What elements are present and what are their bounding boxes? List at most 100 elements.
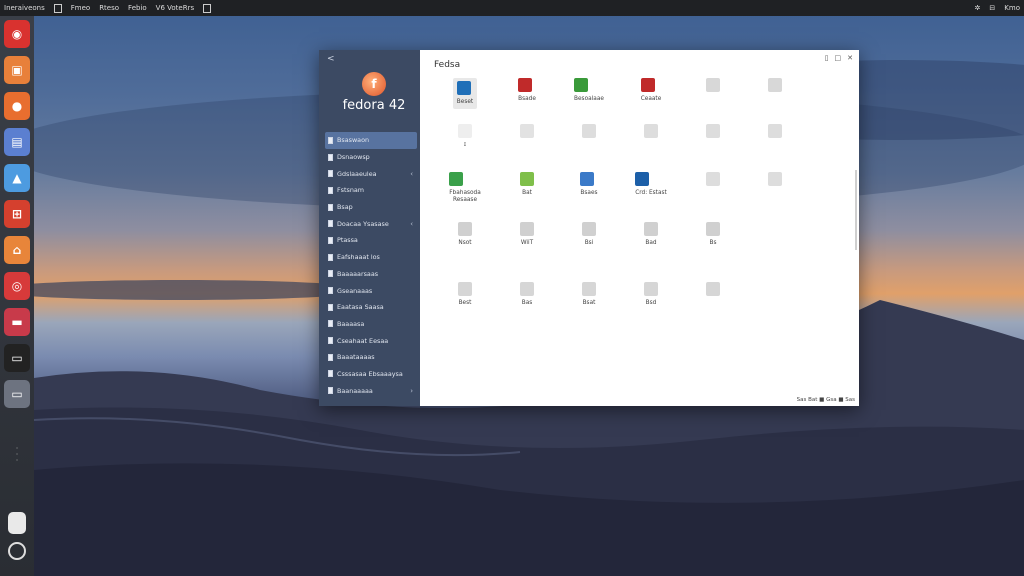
app-tile[interactable] xyxy=(682,172,744,204)
app-tile-body: Bsat xyxy=(582,282,596,307)
app-tile[interactable]: Bsat xyxy=(558,282,620,307)
app-tile[interactable] xyxy=(682,78,744,109)
app-tile[interactable]: Fbahasoda Resaase xyxy=(434,172,496,204)
sidebar-item[interactable]: Gseanaaas xyxy=(325,282,417,299)
document-icon xyxy=(328,303,333,311)
app-tile[interactable]: Nsot xyxy=(434,222,496,247)
app-tile-label: Best xyxy=(458,300,472,306)
sidebar-item-label: Eaatasa Saasa xyxy=(337,303,384,312)
sidebar-item[interactable]: Fstsnam xyxy=(325,182,417,199)
app-icon-6[interactable]: ⊞ xyxy=(4,200,30,228)
brand-text: fedora 42 xyxy=(342,98,406,113)
dock: ◉ ▣ ● ▤ ▲ ⊞ ⌂ ◎ ▬ ▭ ▭ · · · xyxy=(0,16,34,576)
app-tile[interactable]: Bsaes xyxy=(558,172,620,204)
app-tile[interactable] xyxy=(682,282,744,307)
sidebar-item[interactable]: Baaaaarsaas xyxy=(325,266,417,283)
app-icon-11[interactable]: ▭ xyxy=(4,380,30,408)
topbar-item[interactable]: Febio xyxy=(128,4,147,12)
sidebar-item[interactable]: Ptassa xyxy=(325,232,417,249)
sidebar-item[interactable]: Eafshaaat los xyxy=(325,249,417,266)
app-tile[interactable]: Crd: Estast xyxy=(620,172,682,204)
sidebar-item[interactable]: Eaatasa Saasa xyxy=(325,299,417,316)
trash-icon[interactable] xyxy=(8,512,26,534)
window-title: Fedsa xyxy=(434,60,461,70)
show-apps-icon[interactable] xyxy=(8,542,26,560)
app-tile-label: ɪ xyxy=(463,142,467,148)
sidebar-item[interactable]: Csssasaa Ebsaaaysa xyxy=(325,366,417,383)
app-tile[interactable]: Best xyxy=(434,282,496,307)
app-tile[interactable]: Bsd xyxy=(620,282,682,307)
app-icon-4[interactable]: ▤ xyxy=(4,128,30,156)
app-tile[interactable]: WiiT xyxy=(496,222,558,247)
app-tile[interactable] xyxy=(744,78,806,109)
minimize-button[interactable]: ▯ xyxy=(825,54,829,62)
window-icon xyxy=(53,3,62,13)
topbar-item[interactable]: V6 VoteRrs xyxy=(156,4,194,12)
sidebar-item[interactable]: Bsap xyxy=(325,199,417,216)
app-tile-icon xyxy=(582,124,596,138)
app-icon-5[interactable]: ▲ xyxy=(4,164,30,192)
app-tile[interactable]: Besoalaae xyxy=(558,78,620,109)
app-icon-1[interactable]: ◉ xyxy=(4,20,30,48)
app-tile-icon xyxy=(768,124,782,138)
app-tile-icon xyxy=(768,172,782,186)
app-tile[interactable] xyxy=(558,124,620,149)
app-tile[interactable]: ɪ xyxy=(434,124,496,149)
window-content: Fedsa ▯ □ ✕ Beset Bsade Besoalaae Ceaate ɪ Fb… xyxy=(420,50,859,406)
app-tile-icon xyxy=(644,222,658,236)
app-icon-8[interactable]: ◎ xyxy=(4,272,30,300)
sidebar-item[interactable]: Baaaasa xyxy=(325,316,417,333)
app-tile-label: Bs xyxy=(709,240,717,246)
app-tile-icon xyxy=(458,124,472,138)
app-tile-icon xyxy=(582,222,596,236)
settings-icon[interactable]: ✲ xyxy=(975,4,981,12)
sidebar-item[interactable]: Baaataaaas xyxy=(325,349,417,366)
app-icon-10[interactable]: ▭ xyxy=(4,344,30,372)
scrollbar[interactable] xyxy=(855,170,857,250)
document-icon xyxy=(328,220,333,228)
app-tile-label: Besoalaae xyxy=(574,96,604,102)
app-tile[interactable] xyxy=(744,124,806,149)
app-icon-2[interactable]: ▣ xyxy=(4,56,30,84)
app-tile[interactable] xyxy=(682,124,744,149)
app-icon-3[interactable]: ● xyxy=(4,92,30,120)
close-button[interactable]: ✕ xyxy=(847,54,853,62)
app-tile-label: Bsaes xyxy=(580,190,598,196)
network-icon[interactable]: ⊟ xyxy=(989,4,995,12)
app-tile-body: Bas xyxy=(520,282,534,307)
app-tile[interactable]: Bs xyxy=(682,222,744,247)
app-tile[interactable]: Bad xyxy=(620,222,682,247)
app-tile[interactable]: Beset xyxy=(434,78,496,109)
sidebar-item[interactable]: Cseahaat Eesaa xyxy=(325,332,417,349)
back-button[interactable]: < xyxy=(327,54,335,64)
sidebar-item[interactable]: Bsaswaon xyxy=(325,132,417,149)
app-icon-7[interactable]: ⌂ xyxy=(4,236,30,264)
app-tile[interactable] xyxy=(496,124,558,149)
sidebar-item[interactable]: Doacaa Ysasase ‹ xyxy=(325,215,417,232)
app-tile-label: Bat xyxy=(522,190,532,196)
sidebar-item[interactable]: Baanaaaaa › xyxy=(325,382,417,399)
app-tile[interactable]: Bat xyxy=(496,172,558,204)
clock[interactable]: Kmo xyxy=(1004,4,1020,12)
topbar-item[interactable]: Rteso xyxy=(99,4,119,12)
sidebar-item[interactable]: Dsnaowsp xyxy=(325,149,417,166)
app-tile[interactable] xyxy=(744,172,806,204)
sidebar-item-label: Gdslaaeulea xyxy=(337,169,377,178)
sidebar-item-label: Ptassa xyxy=(337,236,358,245)
app-tile[interactable]: Bsi xyxy=(558,222,620,247)
app-tile-body: Nsot xyxy=(458,222,472,247)
app-tile-icon xyxy=(640,78,655,92)
sidebar-item[interactable]: Gdslaaeulea ‹ xyxy=(325,165,417,182)
app-tile[interactable]: Bsade xyxy=(496,78,558,109)
app-tile-icon xyxy=(706,282,720,296)
app-tile-body: Fbahasoda Resaase xyxy=(449,172,481,204)
app-tile[interactable]: Ceaate xyxy=(620,78,682,109)
app-icon-9[interactable]: ▬ xyxy=(4,308,30,336)
maximize-button[interactable]: □ xyxy=(835,54,842,62)
topbar-item[interactable]: Ineraiveons xyxy=(4,4,45,12)
document-icon xyxy=(328,136,333,144)
app-tile[interactable]: Bas xyxy=(496,282,558,307)
app-tile[interactable] xyxy=(620,124,682,149)
topbar-item[interactable]: Fmeo xyxy=(71,4,90,12)
app-icon xyxy=(203,3,212,13)
